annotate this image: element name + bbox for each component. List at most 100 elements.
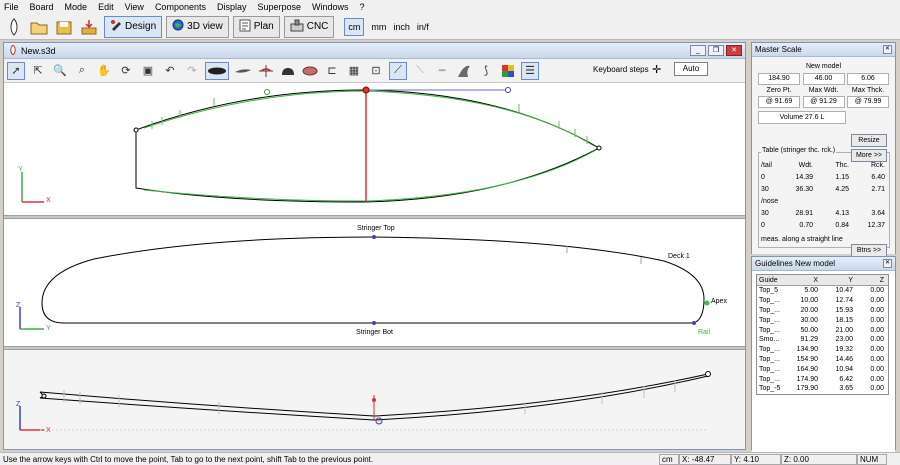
menu-superpose[interactable]: Superpose: [257, 2, 301, 12]
table-row[interactable]: Top_... 154.90 14.46 0.00: [757, 355, 888, 365]
top-view-panel[interactable]: Y X: [4, 84, 745, 215]
table-cell: 0.00: [870, 375, 884, 383]
table-cell: 1.15: [835, 173, 849, 181]
unit-inch-button[interactable]: inch: [393, 22, 410, 32]
table-cell: 30: [761, 185, 769, 193]
table-row[interactable]: Top_... 134.90 19.32 0.00: [757, 345, 888, 355]
dashed-guide-icon[interactable]: ⟍: [411, 62, 429, 80]
open-file-icon[interactable]: [29, 17, 49, 37]
table-row: 30 36.30 4.25 2.71: [761, 183, 887, 195]
table-cell: 6.42: [839, 375, 853, 383]
guide-lines-icon[interactable]: ⟋: [389, 61, 407, 80]
minimize-button[interactable]: _: [690, 45, 706, 56]
table-row[interactable]: Top_... 20.00 15.93 0.00: [757, 306, 888, 316]
unit-inf-button[interactable]: in/f: [417, 22, 429, 32]
section-shape-icon[interactable]: [257, 62, 275, 80]
table-cell: 30: [761, 209, 769, 217]
resize-button[interactable]: Resize: [851, 134, 887, 147]
select-point-icon[interactable]: ⇱: [29, 62, 47, 80]
auto-step-field[interactable]: Auto: [674, 62, 708, 76]
max-wdt-position[interactable]: @ 91.29: [802, 96, 845, 108]
max-thickness-value[interactable]: 6.06: [847, 73, 889, 85]
length-value[interactable]: 184.90: [758, 73, 800, 85]
table-cell: 154.90: [796, 355, 818, 363]
save-file-icon[interactable]: [54, 17, 74, 37]
table-cell: 91.29: [800, 336, 818, 344]
table-row[interactable]: Top_... 50.00 21.00 0.00: [757, 325, 888, 335]
image-icon[interactable]: ⊡: [367, 62, 385, 80]
menu-edit[interactable]: Edit: [98, 2, 114, 12]
menu-mode[interactable]: Mode: [65, 2, 88, 12]
document-window: New.s3d _ ❐ ✕ ➚ ⇱ 🔍 ⌕ ✋ ⟳ ▣ ↶ ↷ ⊏ ▦ ⊡ ⟋ …: [3, 42, 746, 450]
deck-icon[interactable]: ⊏: [323, 62, 341, 80]
table-cell: 30.00: [800, 316, 818, 324]
plan-button[interactable]: Plan: [232, 15, 280, 38]
section-view-panel[interactable]: Z X: [4, 350, 745, 449]
col-x[interactable]: X: [781, 277, 818, 284]
stringer-table: /tail Wdt. Thc. Rck. 0 14.39 1.15 6.40 3…: [758, 152, 890, 248]
zoom-icon[interactable]: 🔍: [51, 62, 69, 80]
redo-icon[interactable]: ↷: [183, 62, 201, 80]
menu-display[interactable]: Display: [217, 2, 247, 12]
restore-button[interactable]: ❐: [708, 45, 724, 56]
design-button[interactable]: Design: [104, 15, 163, 38]
table-row[interactable]: Top_... 174.90 6.42 0.00: [757, 374, 888, 384]
properties-icon[interactable]: ☰: [521, 61, 539, 80]
side-view-panel[interactable]: Stringer Top Stringer Bot Deck 1 Apex Ra…: [4, 219, 745, 346]
col-guide[interactable]: Guide: [757, 277, 781, 284]
undo-icon[interactable]: ↶: [161, 62, 179, 80]
capture-icon[interactable]: ▣: [139, 62, 157, 80]
rail-shape-icon[interactable]: [279, 62, 297, 80]
col-z[interactable]: Z: [853, 277, 886, 284]
fin-pattern-icon[interactable]: [301, 62, 319, 80]
top-view-shape-icon[interactable]: [205, 61, 229, 80]
menu-components[interactable]: Components: [155, 2, 206, 12]
unit-mm-button[interactable]: mm: [371, 22, 386, 32]
symmetry-icon[interactable]: ⟆: [477, 62, 495, 80]
table-row[interactable]: Top_-5 179.90 3.65 0.00: [757, 384, 888, 394]
pan-hand-icon[interactable]: ✋: [95, 62, 113, 80]
guidelines-close-button[interactable]: ✕: [883, 259, 892, 268]
table-row[interactable]: Top_5 5.00 10.47 0.00: [757, 286, 888, 296]
unit-cm-button[interactable]: cm: [344, 17, 365, 36]
menu-file[interactable]: File: [4, 2, 19, 12]
table-cell: 0.00: [870, 297, 884, 305]
cnc-button[interactable]: CNC: [283, 15, 335, 38]
master-scale-title: Master Scale ✕: [752, 43, 895, 57]
stringer-top-label: Stringer Top: [357, 225, 395, 232]
more-button[interactable]: More >>: [851, 149, 887, 162]
table-row[interactable]: Top_... 30.00 18.15 0.00: [757, 315, 888, 325]
menu-view[interactable]: View: [125, 2, 144, 12]
zoom-area-icon[interactable]: ⌕: [73, 62, 91, 80]
rotate-icon[interactable]: ⟳: [117, 62, 135, 80]
grid-icon[interactable]: ▦: [345, 62, 363, 80]
fin-icon[interactable]: [455, 62, 473, 80]
table-cell: 19.32: [835, 346, 853, 354]
max-width-value[interactable]: 46.00: [802, 73, 845, 85]
zero-pt-label: Zero Pt.: [766, 87, 792, 94]
color-palette-icon[interactable]: [499, 62, 517, 80]
master-scale-close-button[interactable]: ✕: [883, 45, 892, 54]
max-thck-position[interactable]: @ 79.99: [847, 96, 889, 108]
table-row[interactable]: Top_... 164.90 10.94 0.00: [757, 364, 888, 374]
menu-windows[interactable]: Windows: [312, 2, 349, 12]
stringer-icon[interactable]: ━: [433, 62, 451, 80]
col-y[interactable]: Y: [818, 277, 853, 284]
select-arrow-icon[interactable]: ➚: [7, 61, 25, 80]
new-board-icon[interactable]: [4, 17, 24, 37]
table-cell: 5.00: [804, 287, 818, 295]
menu-board[interactable]: Board: [30, 2, 54, 12]
view3d-button[interactable]: 3D view: [166, 15, 229, 38]
table-row[interactable]: Smo... 91.29 23.00 0.00: [757, 335, 888, 345]
zero-pt-position[interactable]: @ 91.69: [758, 96, 800, 108]
guidelines-panel: Guidelines New model ✕ Guide X Y Z Top_5…: [751, 256, 896, 453]
side-axis-z-label: Z: [16, 302, 21, 309]
export-icon[interactable]: [79, 17, 99, 37]
volume-row: Volume 27.6 L: [758, 111, 889, 124]
menu-help[interactable]: ?: [360, 2, 365, 12]
side-view-shape-icon[interactable]: [233, 62, 253, 80]
table-row[interactable]: Top_... 10.00 12.74 0.00: [757, 296, 888, 306]
close-button[interactable]: ✕: [726, 45, 742, 56]
table-cell: 0.00: [870, 355, 884, 363]
document-titlebar: New.s3d _ ❐ ✕: [4, 43, 745, 59]
